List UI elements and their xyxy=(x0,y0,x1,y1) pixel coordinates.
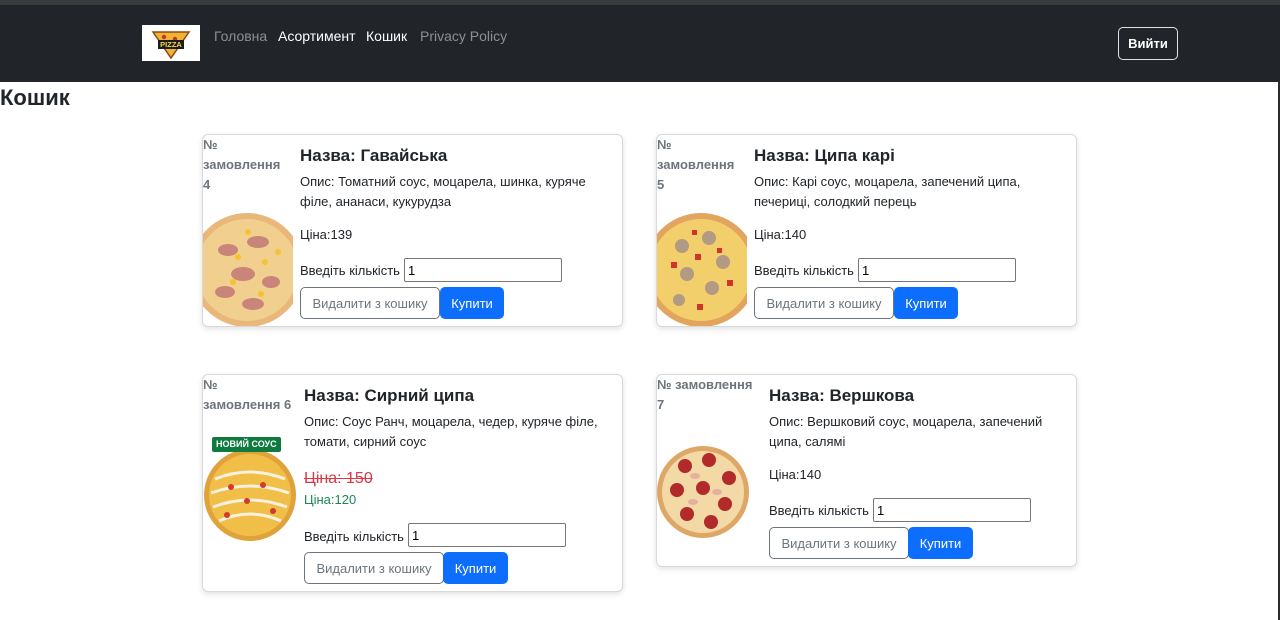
quantity-input[interactable] xyxy=(404,258,562,282)
remove-from-cart-button[interactable]: Видалити з кошику xyxy=(304,552,444,584)
pizza-logo-icon: PIZZA xyxy=(151,31,191,60)
quantity-input[interactable] xyxy=(873,498,1031,522)
description-line: Опис: Вершковий соус, моцарела, запечени… xyxy=(769,414,1043,429)
order-number-line: замовлення xyxy=(657,157,735,172)
pizza-description: Опис: Карі соус, моцарела, запечений цип… xyxy=(754,172,1020,212)
pizza-price: Ціна:140 xyxy=(769,467,822,482)
remove-from-cart-button[interactable]: Видалити з кошику xyxy=(754,287,894,319)
order-number-line: замовлення 6 xyxy=(203,397,292,412)
pizza-image xyxy=(203,213,293,326)
buy-button[interactable]: Купити xyxy=(440,287,504,319)
nav-link-privacy[interactable]: Privacy Policy xyxy=(420,27,507,45)
remove-from-cart-button[interactable]: Видалити з кошику xyxy=(769,527,909,559)
pizza-description: Опис: Томатний соус, моцарела, шинка, ку… xyxy=(300,172,586,212)
order-number: № замовлення 4 xyxy=(203,135,280,195)
description-line: томати, сирний соус xyxy=(304,434,427,449)
quantity-input[interactable] xyxy=(858,258,1016,282)
order-number-line: 7 xyxy=(657,397,665,412)
pizza-name: Назва: Вершкова xyxy=(769,386,915,405)
order-number-line: 5 xyxy=(657,177,665,192)
quantity-input[interactable] xyxy=(408,523,566,547)
cart-item-card: № замовлення 6 НОВИЙ СОУС Назва: Сирний … xyxy=(202,374,623,592)
quantity-label: Введіть кількість xyxy=(769,503,869,518)
description-line: ципа, салямі xyxy=(769,434,846,449)
quantity-label: Введіть кількість xyxy=(304,529,404,544)
order-number-line: № замовлення xyxy=(657,377,753,392)
new-sauce-badge: НОВИЙ СОУС xyxy=(212,437,281,452)
remove-from-cart-button[interactable]: Видалити з кошику xyxy=(300,287,440,319)
pizza-description: Опис: Соус Ранч, моцарела, чедер, куряче… xyxy=(304,412,598,452)
order-number-line: замовлення xyxy=(203,157,281,172)
navbar: PIZZA Головна Асортимент Кошик Privacy P… xyxy=(0,5,1280,82)
logo[interactable]: PIZZA xyxy=(142,25,200,61)
pizza-name: Назва: Гавайська xyxy=(300,146,448,165)
order-number-line: № xyxy=(657,137,672,152)
quantity-label: Введіть кількість xyxy=(300,263,400,278)
description-line: Опис: Томатний соус, моцарела, шинка, ку… xyxy=(300,174,586,189)
pizza-image xyxy=(204,449,296,541)
pizza-name: Назва: Сирний ципа xyxy=(304,386,475,405)
order-number: № замовлення 5 xyxy=(657,135,734,195)
buy-button[interactable]: Купити xyxy=(443,552,508,584)
pizza-image xyxy=(657,446,749,538)
buy-button[interactable]: Купити xyxy=(908,527,973,559)
logout-button[interactable]: Вийти xyxy=(1118,27,1178,60)
nav-link-assortment[interactable]: Асортимент xyxy=(278,27,356,45)
description-line: печериці, солодкий перець xyxy=(754,194,917,209)
cart-item-card: № замовлення 4 Назва: Гавайська Опис: То… xyxy=(202,134,623,327)
order-number-line: № xyxy=(203,377,218,392)
pizza-price: Ціна:139 xyxy=(300,227,353,242)
logo-text: PIZZA xyxy=(160,40,182,49)
order-number: № замовлення 6 xyxy=(203,375,291,415)
discount-price: Ціна:120 xyxy=(304,492,357,507)
page-title: Кошик xyxy=(0,85,70,110)
nav-link-home[interactable]: Головна xyxy=(214,27,267,45)
pizza-price: Ціна:140 xyxy=(754,227,807,242)
pizza-name: Назва: Ципа карі xyxy=(754,146,895,165)
cart-item-card: № замовлення 7 Назва: Вершкова Опис: Вер… xyxy=(656,374,1077,567)
description-line: Опис: Карі соус, моцарела, запечений цип… xyxy=(754,174,1021,189)
buy-button[interactable]: Купити xyxy=(894,287,958,319)
nav-link-cart[interactable]: Кошик xyxy=(366,27,407,45)
description-line: філе, ананаси, кукурудза xyxy=(300,194,452,209)
old-price: Ціна: 150 xyxy=(304,470,373,487)
order-number: № замовлення 7 xyxy=(657,375,752,415)
cart-item-card: № замовлення 5 Назва: Ципа карі Опис: Ка… xyxy=(656,134,1077,327)
pizza-description: Опис: Вершковий соус, моцарела, запечени… xyxy=(769,412,1042,452)
quantity-label: Введіть кількість xyxy=(754,263,854,278)
pizza-image xyxy=(657,213,747,326)
description-line: Опис: Соус Ранч, моцарела, чедер, куряче… xyxy=(304,414,598,429)
order-number-line: 4 xyxy=(203,177,211,192)
order-number-line: № xyxy=(203,137,218,152)
